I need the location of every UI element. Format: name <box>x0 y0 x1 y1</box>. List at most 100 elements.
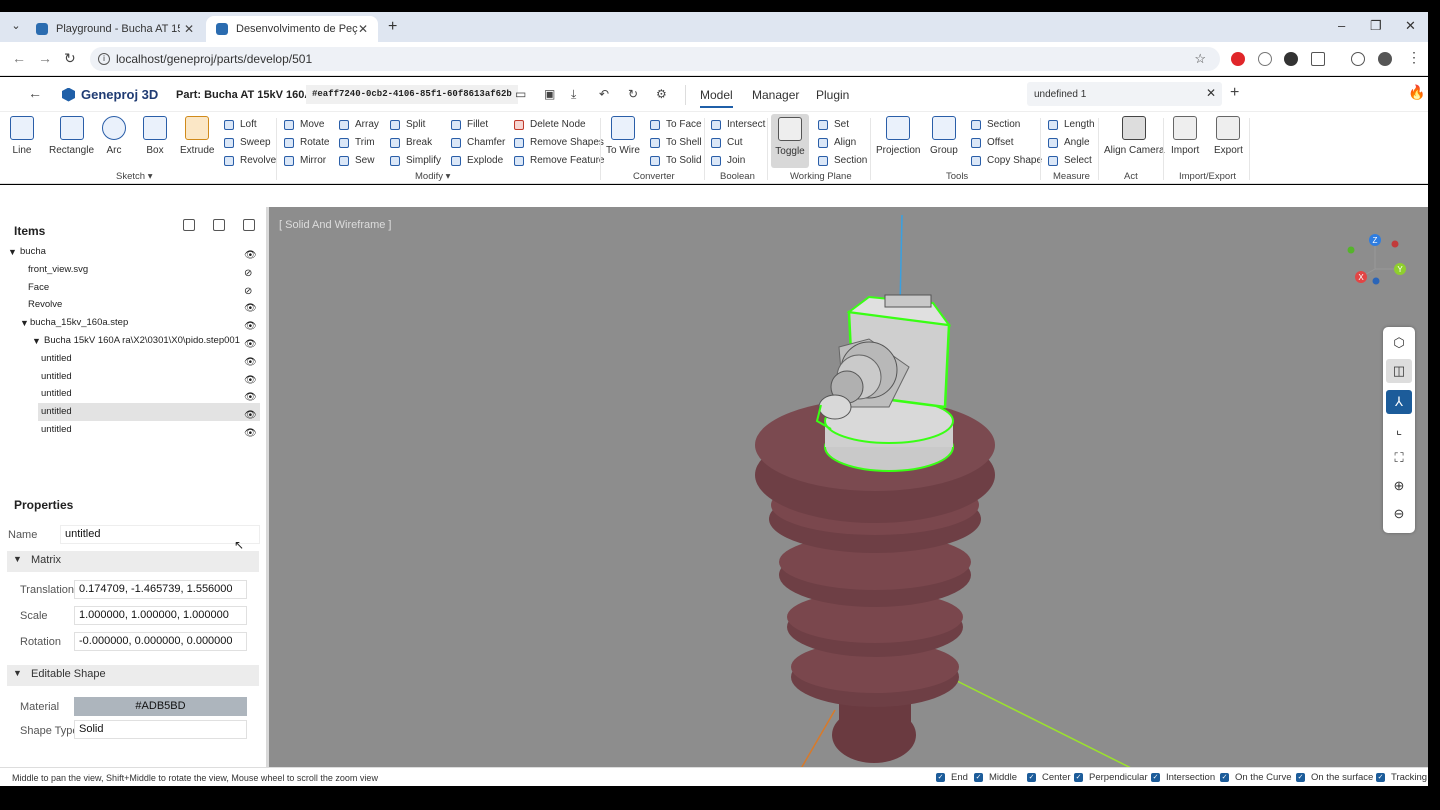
chevron-down-icon[interactable]: ▼ <box>20 314 29 332</box>
snap-option[interactable]: ✓ Middle <box>974 772 1017 783</box>
view-cube-icon[interactable]: ⬡ <box>1386 331 1412 355</box>
profile-avatar[interactable] <box>1378 52 1392 66</box>
tab-manager[interactable]: Manager <box>752 88 799 102</box>
minimize-button[interactable]: – <box>1338 18 1345 33</box>
sync-icon[interactable] <box>1351 52 1365 66</box>
extrude-tool-button[interactable]: Extrude <box>180 116 214 156</box>
sew-button[interactable]: Sew <box>339 155 374 166</box>
material-color-picker[interactable]: #ADB5BD <box>74 697 247 716</box>
wallet-extension-icon[interactable] <box>1284 52 1298 66</box>
checkbox-checked-icon[interactable]: ✓ <box>1376 773 1385 782</box>
close-tab-icon[interactable]: ✕ <box>358 22 368 36</box>
remove-shapes-button[interactable]: Remove Shapes <box>514 137 604 148</box>
snap-option[interactable]: ✓ Perpendicular <box>1074 772 1148 783</box>
chevron-down-icon[interactable]: ▼ <box>8 243 17 261</box>
reload-icon[interactable]: ↻ <box>64 50 76 67</box>
checkbox-checked-icon[interactable]: ✓ <box>1296 773 1305 782</box>
copy-shape-button[interactable]: Copy Shape <box>971 155 1042 166</box>
export-button[interactable]: Export <box>1214 116 1243 156</box>
align-camera-button[interactable]: Align Camera <box>1104 116 1165 156</box>
close-window-button[interactable]: ✕ <box>1405 18 1416 34</box>
eye-icon[interactable]: 👁 <box>244 425 257 443</box>
chamfer-button[interactable]: Chamfer <box>451 137 505 148</box>
axis-toggle-icon[interactable]: ⅄ <box>1386 390 1412 414</box>
to-face-button[interactable]: To Face <box>650 119 702 130</box>
length-button[interactable]: Length <box>1048 119 1095 130</box>
redo-icon[interactable]: ↻ <box>628 87 638 101</box>
axis-gizmo[interactable]: Z Y X <box>1341 229 1411 299</box>
bookmark-star-icon[interactable]: ☆ <box>1194 51 1206 67</box>
intersect-button[interactable]: Intersect <box>711 119 765 130</box>
trim-button[interactable]: Trim <box>339 137 375 148</box>
extensions-puzzle-icon[interactable] <box>1311 52 1325 66</box>
download-icon[interactable]: ⤓ <box>571 87 576 102</box>
offset-button[interactable]: Offset <box>971 137 1014 148</box>
editable-shape-section-header[interactable]: ▼ Editable Shape <box>7 665 259 686</box>
3d-viewport[interactable]: [ Solid And Wireframe ] Z Y X ⬡ ◫ ⅄ ⌞ ⛶ … <box>269 207 1428 767</box>
tree-item[interactable]: untitled 👁 <box>38 403 260 422</box>
checkbox-checked-icon[interactable]: ✓ <box>936 773 945 782</box>
tree-item[interactable]: front_view.svg ⊘ <box>0 261 262 279</box>
set-plane-button[interactable]: Set <box>818 119 849 130</box>
delete-node-button[interactable]: Delete Node <box>514 119 586 130</box>
revolve-button[interactable]: Revolve <box>224 155 276 166</box>
tree-item[interactable]: ▼ Bucha 15kV 160A ra\X2\0301\X0\pido.step… <box>0 332 262 350</box>
tree-item[interactable]: untitled 👁 <box>0 368 262 386</box>
undo-icon[interactable]: ↶ <box>599 87 609 101</box>
checkbox-checked-icon[interactable]: ✓ <box>1027 773 1036 782</box>
arc-tool-button[interactable]: Arc <box>102 116 126 156</box>
group-button[interactable]: Group <box>930 116 958 156</box>
back-arrow-icon[interactable]: ← <box>28 85 42 101</box>
array-button[interactable]: Array <box>339 119 379 130</box>
add-document-button[interactable]: + <box>1230 84 1239 102</box>
url-field[interactable]: i localhost/geneproj/parts/develop/501 ☆ <box>90 47 1220 71</box>
checkbox-checked-icon[interactable]: ✓ <box>1074 773 1083 782</box>
axes-icon[interactable]: ⌞ <box>1386 418 1412 442</box>
forward-icon[interactable]: → <box>38 50 52 66</box>
close-tab-icon[interactable]: ✕ <box>184 22 194 36</box>
collapse-all-icon[interactable] <box>213 219 225 231</box>
section-plane-button[interactable]: Section <box>818 155 867 166</box>
snap-option[interactable]: ✓ Center <box>1027 772 1071 783</box>
rectangle-tool-button[interactable]: Rectangle <box>49 116 94 156</box>
join-button[interactable]: Join <box>711 155 745 166</box>
document-tab[interactable]: undefined 1 ✕ <box>1027 82 1222 106</box>
name-input[interactable]: untitled <box>60 525 260 544</box>
simplify-button[interactable]: Simplify <box>390 155 441 166</box>
browser-menu-icon[interactable]: ⋮ <box>1407 49 1421 66</box>
tab-list-button[interactable]: ⌄ <box>8 19 24 35</box>
import-button[interactable]: Import <box>1171 116 1199 156</box>
rotate-button[interactable]: Rotate <box>284 137 329 148</box>
section-tool-button[interactable]: Section <box>971 119 1020 130</box>
tree-item[interactable]: Face ⊘ <box>0 279 262 297</box>
projection-button[interactable]: Projection <box>876 116 920 156</box>
checkbox-checked-icon[interactable]: ✓ <box>974 773 983 782</box>
browser-tab-develop[interactable]: Desenvolvimento de Peça - Buc ✕ <box>206 16 378 42</box>
fire-icon[interactable]: 🔥 <box>1408 84 1425 101</box>
to-wire-button[interactable]: To Wire <box>606 116 640 156</box>
mail-extension-icon[interactable] <box>1258 52 1272 66</box>
line-tool-button[interactable]: Line <box>10 116 34 156</box>
select-measure-button[interactable]: Select <box>1048 155 1092 166</box>
sweep-button[interactable]: Sweep <box>224 137 271 148</box>
scale-input[interactable]: 1.000000, 1.000000, 1.000000 <box>74 606 247 625</box>
maximize-button[interactable]: ❐ <box>1370 18 1382 34</box>
cut-button[interactable]: Cut <box>711 137 743 148</box>
translation-input[interactable]: 0.174709, -1.465739, 1.556000 <box>74 580 247 599</box>
open-folder-icon[interactable]: ▭ <box>515 87 526 101</box>
move-button[interactable]: Move <box>284 119 324 130</box>
tree-item[interactable]: untitled 👁 <box>0 421 262 439</box>
snap-option[interactable]: ✓ On the Curve <box>1220 772 1292 783</box>
tree-item[interactable]: ▼ bucha 👁 <box>0 243 262 261</box>
save-icon[interactable]: ▣ <box>544 87 555 101</box>
settings-gear-icon[interactable]: ⚙ <box>656 87 667 101</box>
tree-item[interactable]: untitled 👁 <box>0 385 262 403</box>
new-folder-icon[interactable] <box>183 219 195 231</box>
remove-feature-button[interactable]: Remove Feature <box>514 155 604 166</box>
tab-plugin[interactable]: Plugin <box>816 88 849 102</box>
zoom-in-icon[interactable]: ⊕ <box>1386 474 1412 498</box>
group-label-modify[interactable]: Modify ▾ <box>415 171 450 182</box>
back-icon[interactable]: ← <box>12 50 26 66</box>
to-solid-button[interactable]: To Solid <box>650 155 702 166</box>
group-label-sketch[interactable]: Sketch ▾ <box>116 171 152 182</box>
